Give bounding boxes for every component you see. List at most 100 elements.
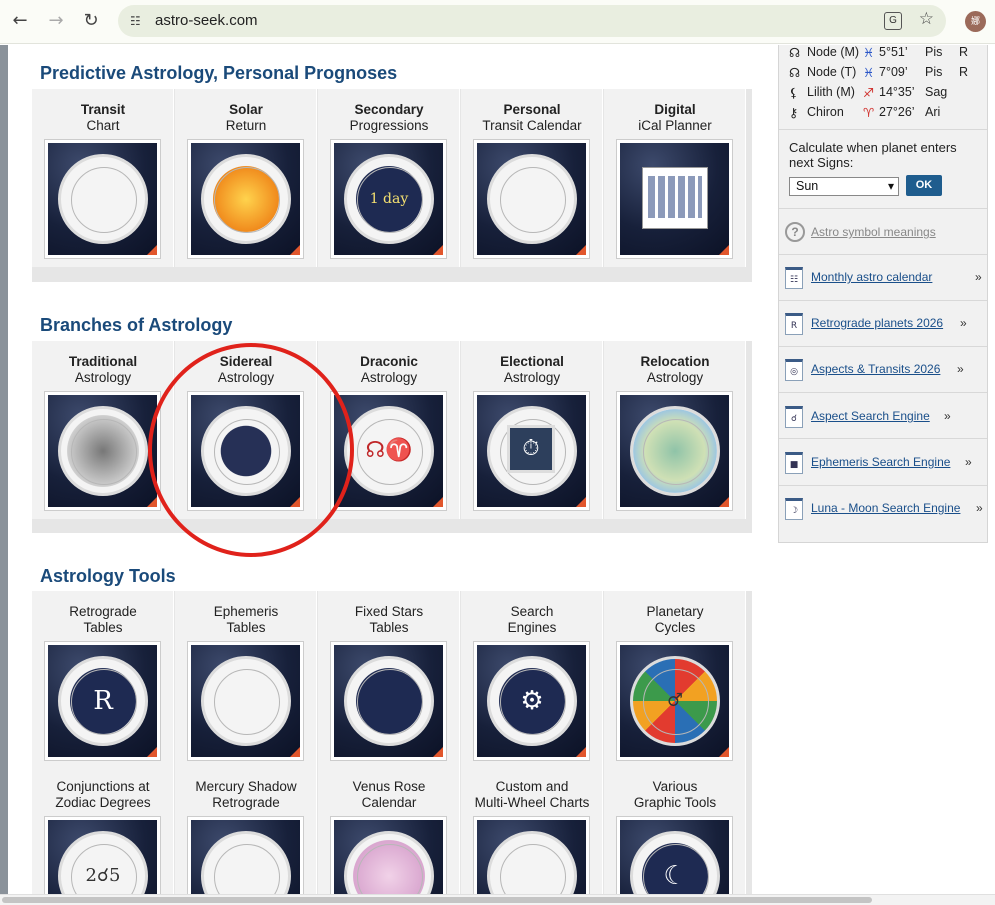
tile-fixed-stars-tables[interactable]: Fixed Stars Tables [318,591,460,769]
section-title-predictive: Predictive Astrology, Personal Prognoses [40,63,398,83]
tile-subtitle: Retrograde [212,795,280,810]
tile-thumbnail[interactable] [473,139,590,259]
retrograde-icon: R [785,313,803,335]
tile-thumbnail[interactable]: R [44,641,161,761]
tile-subtitle: Cycles [654,620,696,635]
profile-avatar[interactable]: 娜 [965,11,986,32]
tile-thumbnail[interactable] [187,139,304,259]
tile-title: Planetary [646,604,704,619]
planet-select[interactable]: Sun [789,177,899,196]
tile-subtitle: iCal Planner [638,118,712,133]
tile-mercury-shadow-retrograde[interactable]: Mercury Shadow Retrograde [175,766,317,894]
tile-subtitle: Astrology [646,370,704,385]
sagittarius-icon: ♐ [863,85,875,100]
tile-electional-astrology[interactable]: Electional Astrology ⏱ [461,341,603,519]
tile-thumbnail[interactable]: ⏱ [473,391,590,511]
pisces-icon: ♓ [863,45,875,60]
calendar-icon [642,167,708,229]
tile-thumbnail[interactable]: ⚙ [473,641,590,761]
tile-title: Secondary [354,102,424,117]
sun-wheel-icon [201,154,291,244]
tile-thumbnail[interactable] [616,139,733,259]
tile-thumbnail[interactable] [187,641,304,761]
tile-thumbnail[interactable]: 2☌5 [44,816,161,894]
ephemeris-icon: ■ [785,452,803,474]
moon-icon: ☽ [785,498,803,520]
tile-title: Transit [80,102,126,117]
multi-wheel-icon [487,831,577,894]
horizontal-scrollbar[interactable] [0,894,995,905]
tile-title: Retrograde [69,604,137,619]
tile-subtitle: Tables [369,620,409,635]
tile-ephemeris-tables[interactable]: Ephemeris Tables [175,591,317,769]
chart-wheel-icon [58,154,148,244]
aspect-icon: ☌ [785,406,803,428]
address-bar[interactable]: ☷ astro-seek.com G ☆ [118,5,946,37]
tile-subtitle: Zodiac Degrees [55,795,151,810]
tile-title: Mercury Shadow [195,779,297,794]
tile-thumbnail[interactable] [473,816,590,894]
tile-planetary-cycles[interactable]: Planetary Cycles ♂ [604,591,746,769]
tile-thumbnail[interactable] [330,816,447,894]
tile-title: Traditional [68,354,138,369]
main-content: Predictive Astrology, Personal Prognoses… [8,45,770,894]
tile-thumbnail[interactable] [187,816,304,894]
armillary-sphere-icon [58,406,148,496]
tile-thumbnail[interactable] [44,391,161,511]
tile-subtitle: Engines [507,620,557,635]
tile-personal-transit-calendar[interactable]: Personal Transit Calendar [461,89,603,267]
tile-retrograde-tables[interactable]: Retrograde Tables R [32,591,174,769]
retrograde-wheel-icon: R [58,656,148,746]
constellation-wheel-icon [344,656,434,746]
forward-icon[interactable]: → [45,10,67,32]
tile-thumbnail[interactable] [616,391,733,511]
astro-symbol-meanings-link[interactable]: Astro symbol meanings [811,225,936,239]
help-icon[interactable]: ? [785,222,805,242]
url-text[interactable]: astro-seek.com [155,12,258,29]
tile-venus-rose-calendar[interactable]: Venus Rose Calendar [318,766,460,894]
tile-search-engines[interactable]: Search Engines ⚙ [461,591,603,769]
tile-custom-multi-wheel-charts[interactable]: Custom and Multi-Wheel Charts [461,766,603,894]
tile-solar-return[interactable]: Solar Return [175,89,317,267]
globe-icon: ◎ [785,359,803,381]
tile-title: Digital [654,102,696,117]
tile-subtitle: Calendar [361,795,417,810]
venus-rose-icon [344,831,434,894]
draconic-wheel-icon: ☊♈ [344,406,434,496]
tile-title: Solar [229,102,263,117]
tile-subtitle: Multi-Wheel Charts [474,795,590,810]
tile-title: Relocation [640,354,710,369]
tile-secondary-progressions[interactable]: Secondary Progressions 1 day [318,89,460,267]
tile-subtitle: Tables [83,620,123,635]
tile-thumbnail[interactable]: ☾ [616,816,733,894]
tile-title: Venus Rose [352,779,426,794]
pisces-icon: ♓ [863,65,875,80]
back-icon[interactable]: ← [9,10,31,32]
ok-button[interactable]: OK [906,175,942,196]
tile-conjunctions-zodiac-degrees[interactable]: Conjunctions at Zodiac Degrees 2☌5 [32,766,174,894]
tile-thumbnail[interactable] [44,139,161,259]
branches-grid: Traditional Astrology Sidereal Astrology D… [32,341,752,533]
reload-icon[interactable]: ↻ [80,10,102,32]
tile-subtitle: Progressions [349,118,429,133]
translate-icon[interactable]: G [884,12,902,30]
tile-title: Electional [500,354,564,369]
scrollbar-thumb[interactable] [2,897,872,903]
browser-toolbar: ← → ↻ ☷ astro-seek.com G ☆ 娜 [0,0,995,44]
tile-thumbnail[interactable]: ♂ [616,641,733,761]
tile-title: Search [510,604,554,619]
bookmark-star-icon[interactable]: ☆ [919,9,934,29]
tile-title: Ephemeris [213,604,279,619]
tile-various-graphic-tools[interactable]: Various Graphic Tools ☾ [604,766,746,894]
tile-relocation-astrology[interactable]: Relocation Astrology [604,341,746,519]
tile-thumbnail[interactable]: 1 day [330,139,447,259]
conjunction-wheel-icon: 2☌5 [58,831,148,894]
tile-title: Personal [503,102,561,117]
site-info-icon[interactable]: ☷ [130,13,146,29]
node-icon: ☊ [789,65,801,80]
tile-transit-chart[interactable]: Transit Chart [32,89,174,267]
tile-digital-ical-planner[interactable]: Digital iCal Planner [604,89,746,267]
globe-map-icon [630,406,720,496]
tile-thumbnail[interactable] [330,641,447,761]
tile-title: Various [652,779,698,794]
